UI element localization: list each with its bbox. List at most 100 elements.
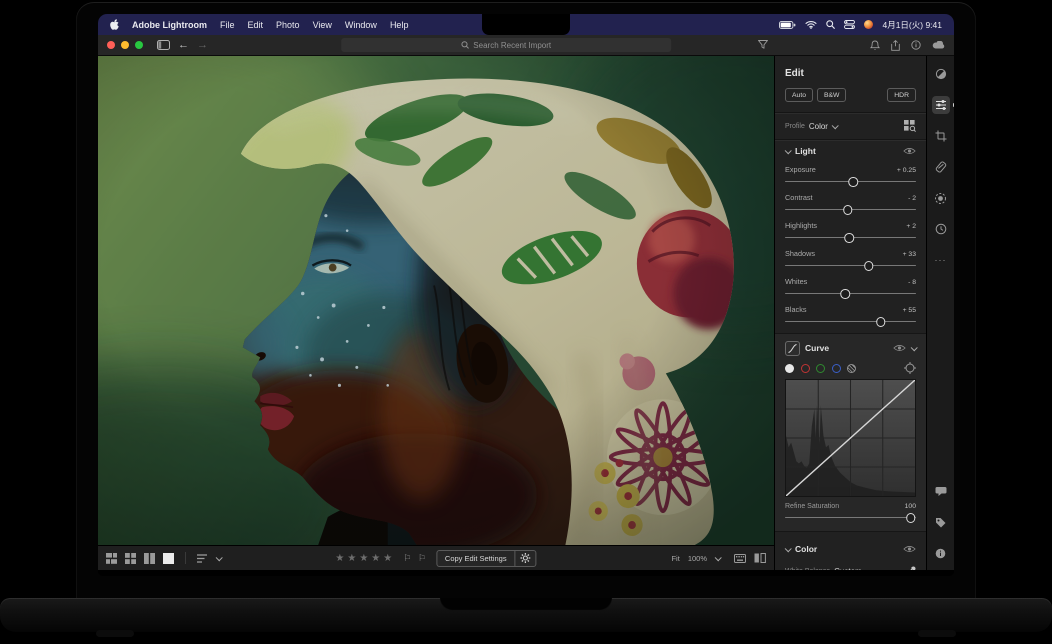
curve-target-icon[interactable]: [904, 362, 916, 374]
slider-shadows: Shadows+ 33: [785, 249, 916, 271]
battery-icon[interactable]: [779, 21, 796, 29]
slider-contrast: Contrast- 2: [785, 193, 916, 215]
slider-thumb[interactable]: [876, 317, 886, 327]
more-tools-icon[interactable]: ···: [932, 251, 950, 269]
curve-collapse-icon[interactable]: [911, 344, 918, 351]
profile-chevron-icon[interactable]: [832, 122, 839, 129]
menu-avatar-icon[interactable]: [864, 20, 873, 29]
sidebar-toggle-icon[interactable]: [157, 40, 170, 50]
square-grid-view-icon[interactable]: [125, 553, 136, 564]
search-placeholder: Search Recent Import: [473, 41, 551, 50]
slider-thumb[interactable]: [843, 205, 853, 215]
star-rating[interactable]: ★★★★★: [335, 553, 395, 564]
slider-thumb[interactable]: [864, 261, 874, 271]
slider-thumb[interactable]: [848, 177, 858, 187]
filter-icon[interactable]: [758, 40, 768, 49]
color-collapse-icon[interactable]: [785, 545, 792, 552]
photo-grid-view-icon[interactable]: [106, 553, 117, 564]
crop-icon[interactable]: [932, 127, 950, 145]
slider-thumb[interactable]: [906, 513, 916, 523]
healing-brush-icon[interactable]: [932, 158, 950, 176]
notifications-bell-icon[interactable]: [870, 40, 880, 51]
curve-eye-icon[interactable]: [893, 344, 906, 352]
white-balance-chevron-icon[interactable]: [865, 567, 872, 570]
forward-button[interactable]: →: [197, 39, 208, 51]
menu-edit[interactable]: Edit: [248, 20, 264, 30]
comments-icon[interactable]: [932, 482, 950, 500]
zoom-level-value[interactable]: 100%: [688, 554, 707, 563]
wifi-icon[interactable]: [805, 20, 817, 29]
curve-channel-mixed[interactable]: [847, 364, 856, 373]
before-after-icon[interactable]: [754, 553, 766, 563]
light-section-title: Light: [795, 146, 816, 156]
photo-canvas[interactable]: [98, 56, 774, 545]
detail-view-icon[interactable]: [163, 553, 174, 564]
overlay-grid-icon[interactable]: [734, 554, 746, 563]
highlights-slider[interactable]: [785, 232, 916, 243]
menu-clock[interactable]: 4月1日(火) 9:41: [882, 19, 942, 31]
copy-edit-settings-button[interactable]: Copy Edit Settings: [437, 554, 515, 563]
whites-slider[interactable]: [785, 288, 916, 299]
close-window-button[interactable]: [107, 41, 115, 49]
slider-highlights: Highlights+ 2: [785, 221, 916, 243]
color-section-header[interactable]: Color: [785, 538, 916, 560]
color-section-title: Color: [795, 544, 817, 554]
cloud-sync-icon[interactable]: [932, 41, 945, 49]
control-center-icon[interactable]: [844, 20, 855, 29]
sort-chevron-icon[interactable]: [216, 554, 223, 561]
edit-settings-gear-icon[interactable]: [516, 553, 536, 563]
sort-icon[interactable]: [197, 554, 208, 563]
color-eye-icon[interactable]: [903, 545, 916, 553]
curve-tool-icon[interactable]: [785, 341, 800, 356]
versions-clock-icon[interactable]: [932, 220, 950, 238]
slider-thumb[interactable]: [841, 289, 851, 299]
zoom-window-button[interactable]: [135, 41, 143, 49]
hdr-button[interactable]: HDR: [887, 88, 916, 102]
profile-row: Profile Color: [785, 113, 916, 139]
flag-pick-icon[interactable]: ⚐ ⚐: [403, 553, 428, 564]
slider-label: Blacks: [785, 305, 807, 314]
exposure-slider[interactable]: [785, 176, 916, 187]
share-icon[interactable]: [891, 40, 900, 51]
curve-channel-rgb[interactable]: [785, 364, 794, 373]
tone-curve-chart[interactable]: [785, 379, 916, 497]
slider-thumb[interactable]: [844, 233, 854, 243]
menu-file[interactable]: File: [220, 20, 235, 30]
profile-browse-icon[interactable]: [904, 120, 916, 132]
adjust-tone-icon[interactable]: [932, 65, 950, 83]
curve-section: Curve: [775, 333, 926, 532]
zoom-chevron-icon[interactable]: [715, 554, 722, 561]
refine-saturation-slider[interactable]: [785, 512, 916, 523]
info-icon[interactable]: [932, 544, 950, 562]
zoom-fit-label[interactable]: Fit: [671, 554, 679, 563]
light-section-header[interactable]: Light: [785, 140, 916, 162]
blacks-slider[interactable]: [785, 316, 916, 327]
curve-channel-red[interactable]: [801, 364, 810, 373]
menu-view[interactable]: View: [313, 20, 332, 30]
keywords-tag-icon[interactable]: [932, 513, 950, 531]
menu-help[interactable]: Help: [390, 20, 409, 30]
apple-menu-icon[interactable]: [110, 19, 119, 30]
spotlight-search-icon[interactable]: [826, 20, 835, 29]
slider-exposure: Exposure+ 0.25: [785, 165, 916, 187]
masking-icon[interactable]: [932, 189, 950, 207]
minimize-window-button[interactable]: [121, 41, 129, 49]
profile-value[interactable]: Color: [809, 122, 828, 131]
back-button[interactable]: ←: [178, 39, 189, 51]
light-collapse-icon[interactable]: [785, 147, 792, 154]
menu-window[interactable]: Window: [345, 20, 377, 30]
auto-button[interactable]: Auto: [785, 88, 813, 102]
curve-channel-green[interactable]: [816, 364, 825, 373]
edit-sliders-icon[interactable]: [932, 96, 950, 114]
help-info-icon[interactable]: [911, 40, 921, 50]
menu-photo[interactable]: Photo: [276, 20, 300, 30]
compare-view-icon[interactable]: [144, 553, 155, 564]
bw-button[interactable]: B&W: [817, 88, 846, 102]
slider-label: Whites: [785, 277, 807, 286]
shadows-slider[interactable]: [785, 260, 916, 271]
menu-app-name[interactable]: Adobe Lightroom: [132, 20, 207, 30]
light-eye-icon[interactable]: [903, 147, 916, 155]
curve-channel-blue[interactable]: [832, 364, 841, 373]
search-input[interactable]: Search Recent Import: [341, 38, 671, 52]
contrast-slider[interactable]: [785, 204, 916, 215]
